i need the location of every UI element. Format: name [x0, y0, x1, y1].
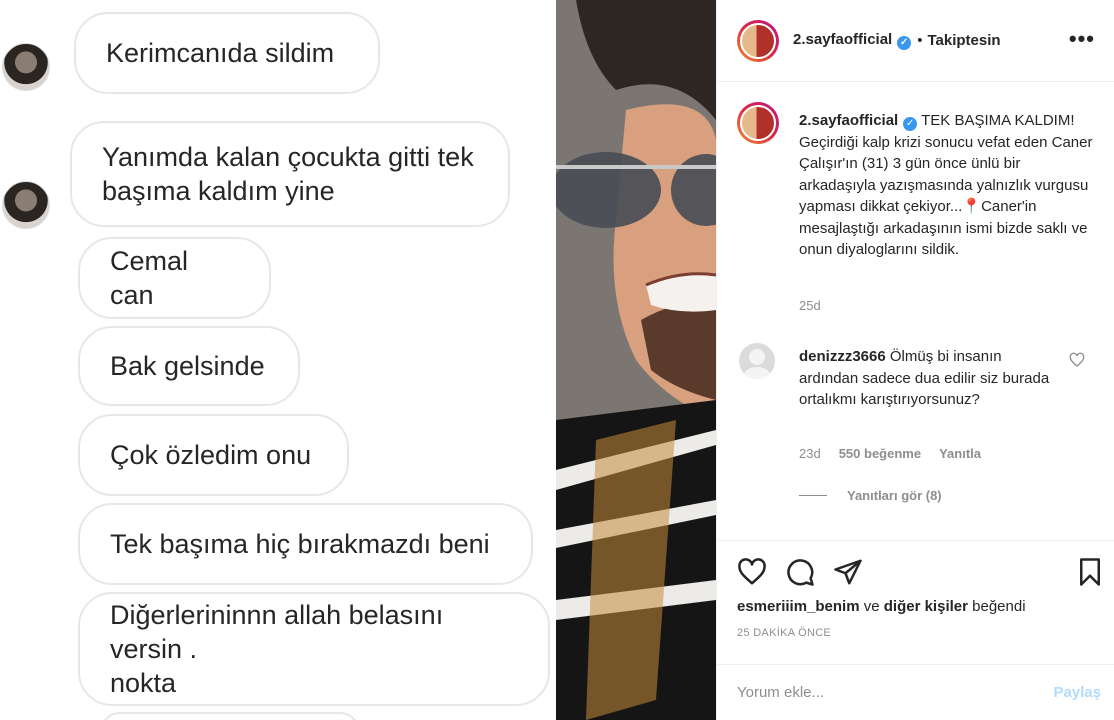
comment-meta: 23d 550 beğenme Yanıtla: [799, 446, 981, 461]
liked-by-user[interactable]: esmeriiim_benim: [737, 598, 860, 615]
view-replies-button[interactable]: Yanıtları gör (8): [799, 488, 942, 503]
message-bubble: Bak gelsinde: [78, 326, 300, 406]
share-paper-plane-icon[interactable]: [833, 557, 863, 587]
commenter-username[interactable]: denizzz3666: [799, 348, 886, 365]
person-photo-illustration: [556, 0, 716, 720]
view-replies-label: Yanıtları gör (8): [847, 488, 942, 503]
chat-screenshot: Kerimcanıda sildim Yanımda kalan çocukta…: [0, 0, 556, 720]
message-bubble: Cemal can: [78, 237, 271, 319]
comment-input[interactable]: [737, 684, 1054, 701]
bookmark-icon[interactable]: [1075, 557, 1105, 587]
message-bubble: Yanımda kalan çocukta gitti tek başıma k…: [70, 121, 510, 227]
liked-by-others[interactable]: diğer kişiler: [884, 598, 968, 615]
post-comment-button[interactable]: Paylaş: [1053, 684, 1101, 701]
comment-timestamp[interactable]: 23d: [799, 446, 821, 461]
header-separator: •: [917, 32, 923, 49]
message-bubble: Tek başıma hiç bırakmazdı beni: [78, 503, 533, 585]
caption-timestamp[interactable]: 25d: [799, 298, 821, 313]
caption-username[interactable]: 2.sayfaofficial: [799, 112, 898, 129]
message-bubble-cut: [100, 712, 360, 720]
post-timestamp[interactable]: 25 DAKİKA ÖNCE: [737, 627, 831, 639]
follow-status[interactable]: Takiptesin: [927, 32, 1000, 49]
post-header: 2.sayfaofficial ✓ • Takiptesin •••: [717, 0, 1114, 82]
comment-likes-count[interactable]: 550 beğenme: [839, 446, 921, 461]
header-username[interactable]: 2.sayfaofficial ✓: [793, 31, 912, 50]
liked-by-summary: esmeriiim_benim ve diğer kişiler beğendi: [737, 598, 1026, 615]
message-bubble: Diğerlerininnn allah belasını versin . n…: [78, 592, 550, 706]
profile-avatar[interactable]: [737, 19, 779, 62]
replies-divider: [799, 495, 827, 496]
add-comment-bar: Paylaş: [717, 664, 1114, 720]
sender-avatar: [2, 181, 50, 229]
liked-by-connector: ve: [863, 598, 880, 615]
message-bubble: Çok özledim onu: [78, 414, 349, 496]
message-bubble: Kerimcanıda sildim: [74, 12, 380, 94]
comment-like-heart-icon[interactable]: [1069, 352, 1085, 368]
sender-avatar: [2, 43, 50, 91]
instagram-post-panel: 2.sayfaofficial ✓ • Takiptesin ••• 2.sayf…: [716, 0, 1114, 720]
like-heart-icon[interactable]: [737, 557, 767, 587]
more-horizontal-icon[interactable]: •••: [1069, 26, 1095, 52]
liked-by-suffix: beğendi: [972, 598, 1026, 615]
commenter-avatar[interactable]: [739, 343, 775, 379]
verified-badge-icon: ✓: [903, 116, 918, 131]
reply-button[interactable]: Yanıtla: [939, 446, 981, 461]
post-actions: esmeriiim_benim ve diğer kişiler beğendi…: [717, 540, 1114, 680]
caption-text: 2.sayfaofficial ✓ TEK BAŞIMA KALDIM! Geçi…: [799, 110, 1099, 261]
caption-body: TEK BAŞIMA KALDIM! Geçirdiği kalp krizi …: [799, 112, 1093, 258]
post-photo: [556, 0, 716, 720]
comment-text: denizzz3666 Ölmüş bi insanın ardından sa…: [799, 346, 1059, 411]
verified-badge-icon: ✓: [897, 35, 912, 50]
comment-bubble-icon[interactable]: [785, 557, 815, 587]
caption-avatar[interactable]: [737, 102, 779, 144]
